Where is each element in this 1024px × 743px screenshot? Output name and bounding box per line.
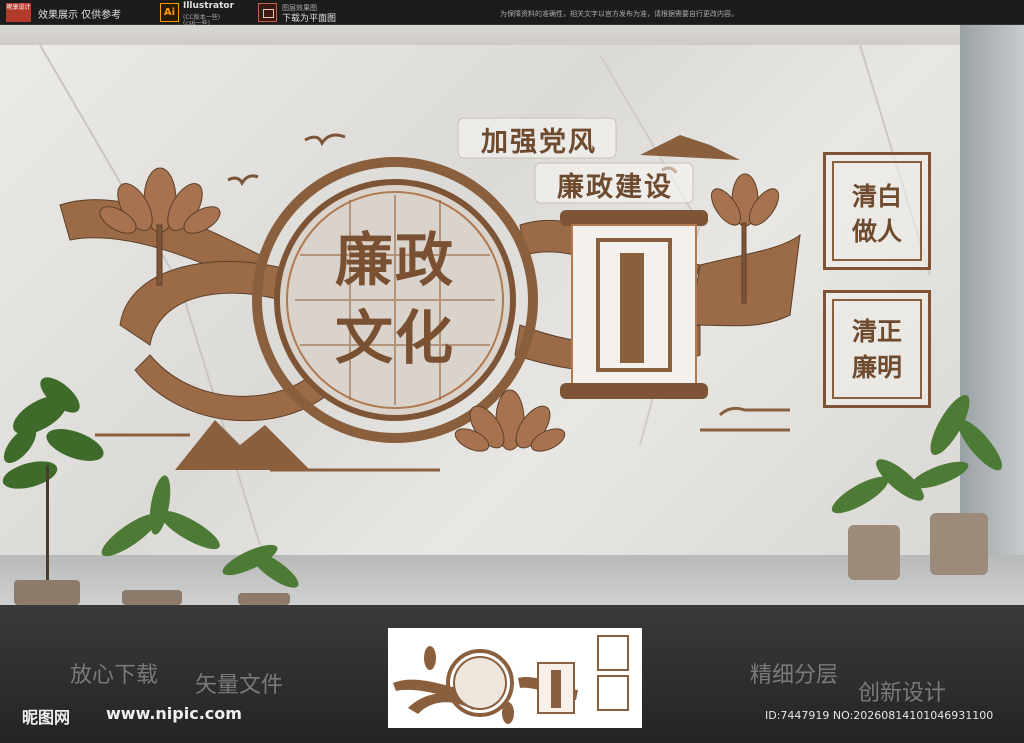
- preview-notice: 效果展示 仅供参考: [38, 10, 122, 21]
- plaque-top-line-1: 清白: [851, 182, 902, 211]
- feature-design: 创新设计: [858, 681, 947, 706]
- feature-download: 放心下载: [70, 663, 159, 688]
- flat-preview-thumbnail: [388, 628, 642, 728]
- render-scene: 加强党风 廉政建设 廉政 文化 清白 做人 清正 廉明: [0, 25, 1024, 605]
- feature-vector: 矢量文件: [195, 673, 284, 698]
- plaque-bottom: [823, 290, 931, 408]
- lotus-bottom: [454, 389, 566, 452]
- medallion-text-2: 文化: [334, 304, 455, 372]
- feature-layers: 精细分层: [750, 663, 839, 688]
- plant-left: [2, 377, 104, 585]
- download-flat-label: 下载为平面图: [282, 14, 337, 24]
- bottom-watermark-panel: 放心下载 矢量文件 精细分层 创新设计 昵图网 www.nipic.com ID…: [0, 605, 1024, 743]
- image-id: ID:7447919 NO:20260814101046931100: [765, 709, 994, 722]
- plaque-bottom-line-2: 廉明: [851, 353, 902, 382]
- site-name: 昵图网: [22, 708, 71, 727]
- scroll-banner: [560, 210, 708, 399]
- plant-right: [831, 395, 1002, 514]
- medallion-text-1: 廉政: [334, 226, 455, 294]
- plaque-bottom-line-1: 清正: [851, 317, 902, 346]
- slogan-line-1: 加强党风: [481, 127, 597, 158]
- plaque-top-line-2: 做人: [851, 217, 902, 246]
- thumbnail-artwork: [393, 635, 629, 724]
- brand-logo: 昵享设计: [6, 3, 31, 22]
- slogan-line-2: 廉政建设: [557, 172, 673, 203]
- top-info-bar: 昵享设计 效果展示 仅供参考 Ai Illustrator (CC版本一些) (…: [0, 0, 1024, 27]
- illustrator-label: Illustrator: [183, 1, 235, 11]
- image-icon: [258, 3, 277, 22]
- illustrator-icon: Ai: [160, 3, 179, 22]
- site-url[interactable]: www.nipic.com: [106, 704, 242, 723]
- copyright-notice: 为保障资料的准确性，相关文字以官方发布为准，请根据需要自行更改内容。: [500, 10, 738, 18]
- plant-mid: [101, 475, 299, 588]
